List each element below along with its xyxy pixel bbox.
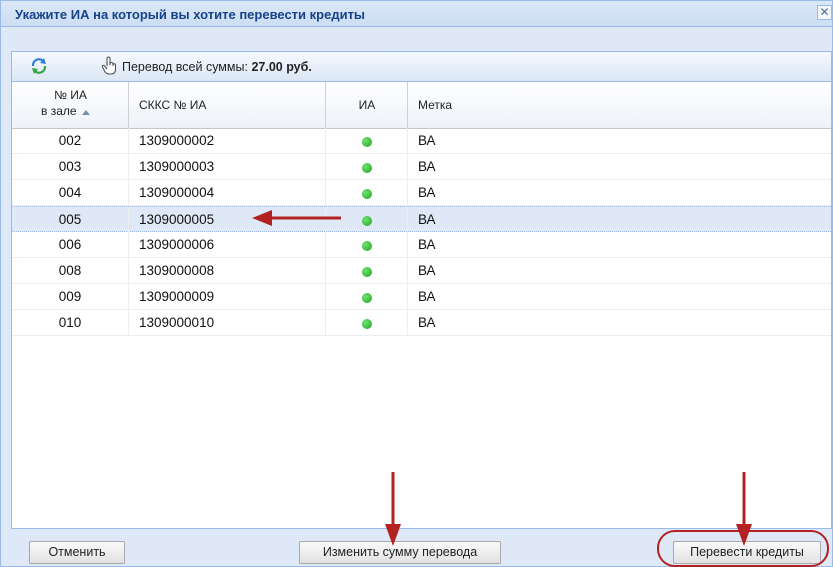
cell-number: 009 [12, 284, 129, 310]
status-cell [326, 180, 408, 206]
cell-number: 003 [12, 154, 129, 180]
cell-mark: ВА [418, 289, 436, 304]
cell-skks: 1309000004 [129, 180, 326, 206]
dialog-titlebar: Укажите ИА на который вы хотите перевест… [1, 1, 832, 27]
status-online-icon [362, 189, 372, 199]
cell-number: 008 [12, 258, 129, 284]
close-icon[interactable]: ✕ [817, 5, 832, 20]
status-online-icon [362, 267, 372, 277]
transfer-total-label: Перевод всей суммы: [122, 60, 248, 74]
cell-number: 004 [12, 180, 129, 206]
column-header-number[interactable]: № ИА в зале [12, 82, 129, 128]
cell-skks: 1309000002 [129, 128, 326, 154]
table-row[interactable]: 004 1309000004 ВА [12, 180, 831, 206]
transfer-dialog: Укажите ИА на который вы хотите перевест… [0, 0, 833, 567]
status-online-icon [362, 293, 372, 303]
transfer-total-amount: 27.00 руб. [251, 60, 312, 74]
cell-mark: ВА [418, 263, 436, 278]
table-row[interactable]: 003 1309000003 ВА [12, 154, 831, 180]
column-header-number-line2: в зале [41, 104, 77, 118]
table-row[interactable]: 008 1309000008 ВА [12, 258, 831, 284]
cell-skks: 1309000009 [129, 284, 326, 310]
status-online-icon [362, 319, 372, 329]
sort-ascending-icon [82, 110, 90, 115]
cell-number: 010 [12, 310, 129, 336]
cell-mark: ВА [418, 315, 436, 330]
status-cell [326, 128, 408, 154]
status-online-icon [362, 241, 372, 251]
status-online-icon [362, 137, 372, 147]
cell-mark: ВА [418, 212, 436, 227]
cell-number: 002 [12, 128, 129, 154]
column-header-mark-label: Метка [418, 98, 453, 112]
status-cell [326, 310, 408, 336]
status-cell [326, 154, 408, 180]
table-row[interactable]: 002 1309000002 ВА [12, 128, 831, 154]
cell-skks: 1309000006 [129, 232, 326, 258]
cell-skks: 1309000008 [129, 258, 326, 284]
cell-mark: ВА [418, 159, 436, 174]
transfer-toolbar: Перевод всей суммы: 27.00 руб. [11, 51, 832, 81]
table-header: № ИА в зале СККС № ИА ИА Метка [12, 82, 831, 129]
refresh-icon[interactable] [30, 57, 48, 75]
cell-skks: 1309000005 [129, 207, 326, 233]
table-row[interactable]: 010 1309000010 ВА [12, 310, 831, 336]
status-cell [326, 232, 408, 258]
column-header-number-line1: № ИА [54, 88, 87, 102]
change-amount-button[interactable]: Изменить сумму перевода [299, 541, 501, 564]
dialog-title: Укажите ИА на который вы хотите перевест… [15, 7, 366, 22]
cell-number: 006 [12, 232, 129, 258]
cell-number: 005 [12, 207, 129, 233]
cell-skks: 1309000003 [129, 154, 326, 180]
status-cell [326, 207, 408, 233]
table-row[interactable]: 009 1309000009 ВА [12, 284, 831, 310]
cancel-button[interactable]: Отменить [29, 541, 125, 564]
column-header-mark[interactable]: Метка [408, 82, 831, 128]
table-row-selected[interactable]: 005 1309000005 ВА [12, 206, 831, 233]
table-row[interactable]: 006 1309000006 ВА [12, 232, 831, 258]
cell-mark: ВА [418, 237, 436, 252]
status-cell [326, 284, 408, 310]
transfer-total-text: Перевод всей суммы: 27.00 руб. [122, 60, 312, 74]
status-cell [326, 258, 408, 284]
annotation-highlight-ring [657, 530, 829, 567]
column-header-skks[interactable]: СККС № ИА [129, 82, 326, 128]
cell-mark: ВА [418, 185, 436, 200]
column-header-skks-label: СККС № ИА [139, 98, 207, 112]
cell-mark: ВА [418, 133, 436, 148]
machines-table: № ИА в зале СККС № ИА ИА Метка 002 13090… [11, 81, 832, 529]
status-online-icon [362, 216, 372, 226]
column-header-ia[interactable]: ИА [326, 82, 408, 128]
column-header-ia-label: ИА [358, 98, 376, 112]
cell-skks: 1309000010 [129, 310, 326, 336]
hand-pointer-icon [101, 56, 117, 75]
status-online-icon [362, 163, 372, 173]
